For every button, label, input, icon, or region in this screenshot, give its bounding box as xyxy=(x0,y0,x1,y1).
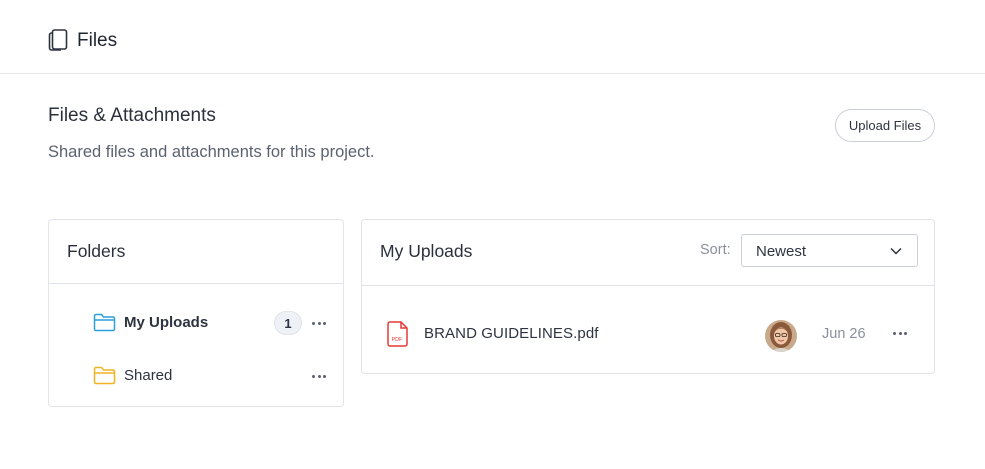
folder-item-my-uploads[interactable]: My Uploads 1 xyxy=(49,308,343,338)
file-date: Jun 26 xyxy=(822,326,866,342)
files-icon xyxy=(48,29,68,51)
section-title: Files & Attachments xyxy=(48,105,216,126)
chevron-down-icon xyxy=(890,247,902,255)
file-row[interactable]: PDF BRAND GUIDELINES.pdf Jun 26 xyxy=(362,310,934,356)
avatar xyxy=(765,320,797,352)
dot xyxy=(322,374,326,378)
folder-more-button[interactable] xyxy=(308,314,330,332)
sort-select[interactable]: Newest xyxy=(741,234,918,267)
folder-more-button[interactable] xyxy=(308,367,330,385)
dot xyxy=(312,374,316,378)
dot xyxy=(317,321,321,325)
uploads-panel: My Uploads Sort: Newest PDF BRAND GUIDEL… xyxy=(361,219,935,374)
dot xyxy=(312,321,316,325)
upload-files-button[interactable]: Upload Files xyxy=(835,109,935,142)
folder-label: Shared xyxy=(124,367,173,384)
sort-value: Newest xyxy=(756,243,807,260)
avatar-image xyxy=(765,320,797,352)
sort-label: Sort: xyxy=(700,242,731,258)
top-bar: Files xyxy=(0,0,985,74)
folder-icon xyxy=(93,313,116,332)
dot xyxy=(317,374,321,378)
dot xyxy=(893,331,897,335)
file-name[interactable]: BRAND GUIDELINES.pdf xyxy=(424,325,599,342)
folders-panel: Folders My Uploads 1 Shared xyxy=(48,219,344,407)
dot xyxy=(898,331,902,335)
uploads-header: My Uploads Sort: Newest xyxy=(362,220,934,286)
folders-title: Folders xyxy=(67,241,126,261)
uploads-title: My Uploads xyxy=(380,241,473,261)
file-more-button[interactable] xyxy=(889,324,911,342)
pdf-icon: PDF xyxy=(387,321,408,347)
count-badge: 1 xyxy=(274,311,302,335)
pdf-icon-label: PDF xyxy=(392,337,404,343)
page-title: Files xyxy=(77,30,118,51)
folder-item-shared[interactable]: Shared xyxy=(49,361,343,391)
section-subtitle: Shared files and attachments for this pr… xyxy=(48,143,375,161)
folders-header: Folders xyxy=(49,220,343,284)
dot xyxy=(322,321,326,325)
folder-label: My Uploads xyxy=(124,314,209,331)
folder-icon xyxy=(93,366,116,385)
dot xyxy=(903,331,907,335)
